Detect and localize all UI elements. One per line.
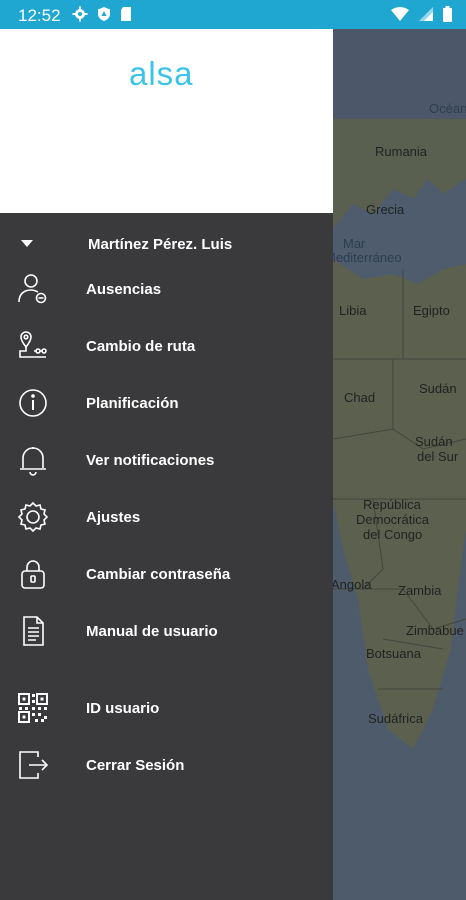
menu-item-ausencias[interactable]: Ausencias <box>0 265 333 315</box>
map-label: del Congo <box>363 527 423 542</box>
map-label: Libia <box>339 303 367 318</box>
navigation-drawer: alsa Martínez Pérez. Luis Ausencias Camb… <box>0 29 333 900</box>
menu-item-cerrar-sesion[interactable]: Cerrar Sesión <box>0 741 333 791</box>
menu-item-label: ID usuario <box>86 700 160 717</box>
map-label: Botsuana <box>366 646 421 661</box>
lock-icon <box>21 560 45 589</box>
map-label: República <box>363 497 421 512</box>
user-name: Martínez Pérez. Luis <box>88 236 233 253</box>
map-label: Grecia <box>366 202 405 217</box>
route-pin-icon <box>19 331 47 358</box>
status-bar: 12:52 <box>0 0 466 29</box>
map-view[interactable]: Océano Rumania Grecia Mar Mediterráneo L… <box>333 29 466 900</box>
brand-logo: alsa <box>129 55 194 92</box>
wifi-icon <box>391 7 409 21</box>
map-label: Egipto <box>413 303 450 318</box>
map-label: Zambia <box>398 583 442 598</box>
map-label: Zimbabue <box>406 623 464 638</box>
gear-icon <box>17 501 49 533</box>
map-label: Mediterráneo <box>333 250 402 265</box>
map-label: Angola <box>333 577 372 592</box>
info-icon <box>19 389 47 417</box>
map-label: del Sur <box>417 449 459 464</box>
document-icon <box>23 616 44 646</box>
menu-item-ajustes[interactable]: Ajustes <box>0 493 333 543</box>
menu-item-cambio-de-ruta[interactable]: Cambio de ruta <box>0 322 333 372</box>
menu-item-label: Cerrar Sesión <box>86 757 185 774</box>
sd-card-icon <box>121 7 131 21</box>
menu-item-label: Manual de usuario <box>86 623 218 640</box>
menu-item-id-usuario[interactable]: ID usuario <box>0 684 333 734</box>
map-label: Rumania <box>375 144 428 159</box>
qr-code-icon <box>18 693 48 723</box>
bell-icon <box>20 447 46 476</box>
map-label: Sudáfrica <box>368 711 423 726</box>
map-label: Sudán <box>419 381 457 396</box>
caret-down-icon <box>21 240 33 247</box>
menu-item-label: Planificación <box>86 395 179 412</box>
status-left-icons <box>72 6 132 22</box>
user-remove-icon <box>18 274 47 304</box>
status-right-icons <box>391 6 452 22</box>
logout-icon <box>19 751 49 779</box>
menu-item-label: Ajustes <box>86 509 141 526</box>
menu-item-ver-notificaciones[interactable]: Ver notificaciones <box>0 436 333 486</box>
map-label: Sudán <box>415 434 453 449</box>
menu-item-label: Ver notificaciones <box>86 452 215 469</box>
map-label: Chad <box>344 390 376 405</box>
map-label: Mar <box>343 236 366 251</box>
user-account-toggle[interactable]: Martínez Pérez. Luis <box>0 233 333 257</box>
menu-item-label: Cambiar contraseña <box>86 566 231 583</box>
menu-item-label: Cambio de ruta <box>86 338 196 355</box>
map-label: Océano <box>429 101 466 116</box>
menu-item-planificacion[interactable]: Planificación <box>0 379 333 429</box>
map-label: Democrática <box>356 512 429 527</box>
signal-icon <box>419 7 433 21</box>
gear-icon <box>72 6 88 22</box>
menu-item-label: Ausencias <box>86 281 162 298</box>
drawer-header: alsa <box>0 29 333 213</box>
battery-icon <box>443 6 452 22</box>
menu-item-cambiar-contrasena[interactable]: Cambiar contraseña <box>0 550 333 600</box>
menu-item-manual-de-usuario[interactable]: Manual de usuario <box>0 607 333 657</box>
map-geography <box>333 29 466 900</box>
shield-icon <box>98 7 110 21</box>
status-time: 12:52 <box>18 6 61 25</box>
